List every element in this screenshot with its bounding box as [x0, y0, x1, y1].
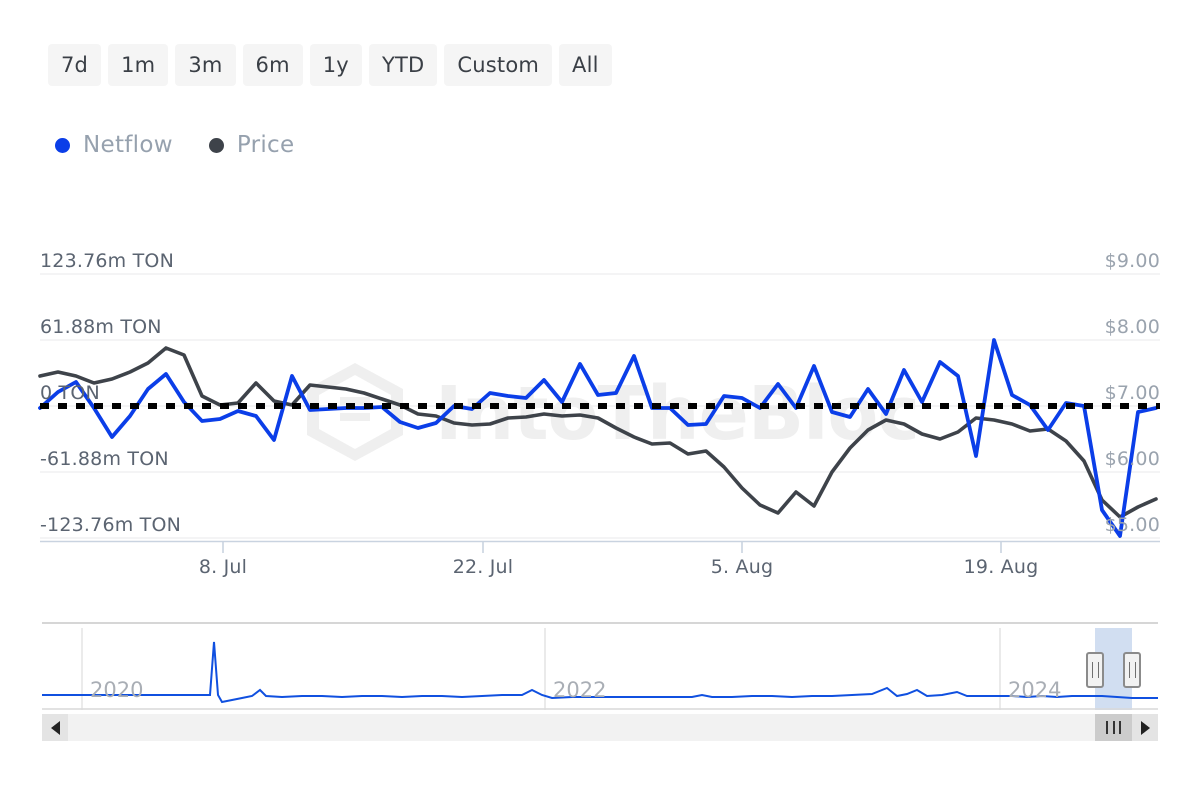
range-button-1y[interactable]: 1y [310, 44, 362, 86]
range-button-3m[interactable]: 3m [175, 44, 235, 86]
scrollbar-left-arrow-button[interactable] [42, 714, 68, 741]
y-axis-left-label-0: 123.76m TON [40, 250, 174, 272]
range-button-ytd[interactable]: YTD [369, 44, 437, 86]
navigator-left-handle[interactable] [1086, 652, 1104, 688]
scrollbar-thumb[interactable] [1095, 714, 1132, 741]
range-selector: 7d 1m 3m 6m 1y YTD Custom All [48, 44, 612, 86]
caret-left-icon [51, 721, 60, 735]
chart-page: 7d 1m 3m 6m 1y YTD Custom All Netflow Pr… [0, 0, 1200, 800]
watermark-intotheblock: IntoTheBlock [295, 355, 915, 465]
range-button-custom[interactable]: Custom [444, 44, 552, 86]
y-axis-right-label-0: $9.00 [1105, 250, 1160, 272]
range-button-7d[interactable]: 7d [48, 44, 101, 86]
y-axis-left-label-3: -61.88m TON [40, 448, 169, 470]
chart-legend: Netflow Price [55, 132, 294, 158]
chart-gridlines [40, 274, 1160, 538]
grip-icon [1106, 721, 1121, 734]
chart-scrollbar[interactable] [42, 714, 1158, 741]
legend-label-netflow: Netflow [83, 132, 173, 158]
range-button-1m[interactable]: 1m [108, 44, 168, 86]
series-line-netflow [40, 340, 1156, 536]
legend-item-netflow[interactable]: Netflow [55, 132, 173, 158]
scrollbar-track[interactable] [42, 714, 1158, 741]
navigator-right-handle[interactable] [1123, 652, 1141, 688]
legend-item-price[interactable]: Price [209, 132, 295, 158]
y-axis-left-label-1: 61.88m TON [40, 316, 162, 338]
y-axis-right-label-2: $7.00 [1105, 382, 1160, 404]
x-axis-label-3: 19. Aug [964, 556, 1039, 578]
range-button-all[interactable]: All [559, 44, 612, 86]
y-axis-right-label-1: $8.00 [1105, 316, 1160, 338]
legend-label-price: Price [237, 132, 295, 158]
y-axis-right-label-4: $5.00 [1105, 514, 1160, 536]
scrollbar-right-arrow-button[interactable] [1132, 714, 1158, 741]
navigator-year-2024: 2024 [1008, 678, 1061, 702]
chart-navigator[interactable]: 2020 2022 2024 [42, 622, 1158, 710]
legend-dot-icon [55, 138, 70, 153]
y-axis-left-label-4: -123.76m TON [40, 514, 181, 536]
navigator-year-2020: 2020 [90, 678, 143, 702]
svg-text:IntoTheBlock: IntoTheBlock [435, 371, 915, 457]
y-axis-left-label-2: 0 TON [40, 382, 100, 404]
series-line-price [40, 348, 1156, 517]
caret-right-icon [1141, 721, 1150, 735]
x-axis-label-0: 8. Jul [199, 556, 247, 578]
y-axis-right-label-3: $6.00 [1105, 448, 1160, 470]
range-button-6m[interactable]: 6m [243, 44, 303, 86]
legend-dot-icon [209, 138, 224, 153]
x-axis-label-1: 22. Jul [453, 556, 514, 578]
chart-x-ticks [223, 541, 1001, 553]
navigator-year-2022: 2022 [553, 678, 606, 702]
x-axis-label-2: 5. Aug [711, 556, 773, 578]
